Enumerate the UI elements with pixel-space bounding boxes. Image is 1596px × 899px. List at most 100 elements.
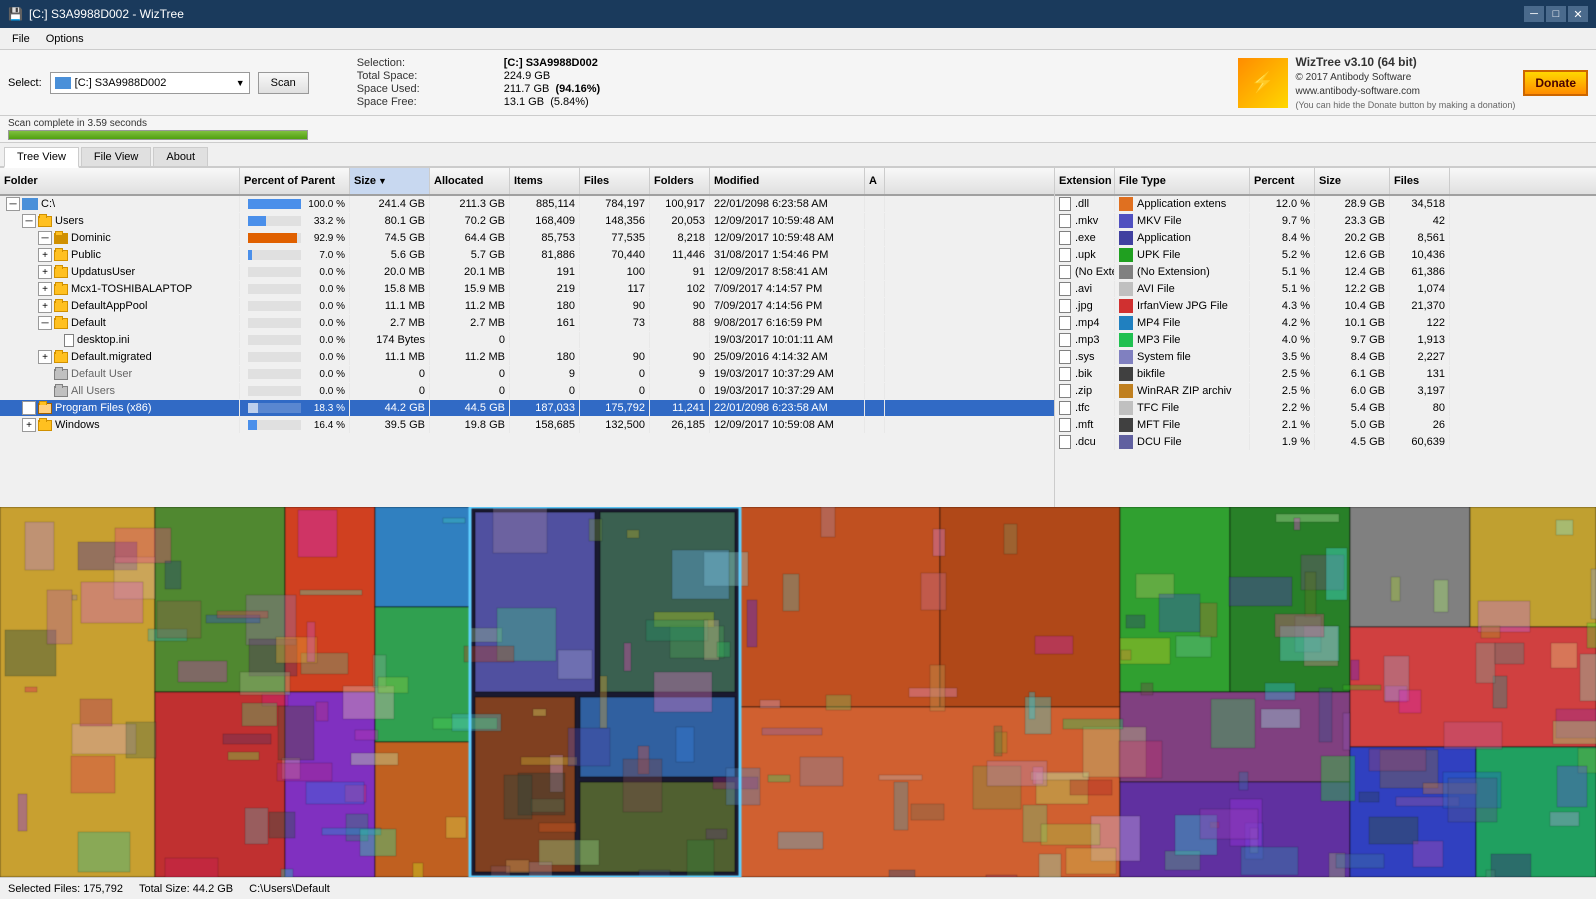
col-header-items[interactable]: Items bbox=[510, 168, 580, 194]
ext-file-icon bbox=[1059, 435, 1071, 449]
ext-body[interactable]: .dll Application extens 12.0 % 28.9 GB 3… bbox=[1055, 196, 1596, 507]
ext-type-cell: TFC File bbox=[1115, 400, 1250, 416]
table-row[interactable]: + Windows 16.4 % 39.5 GB 19.8 GB 158,685… bbox=[0, 417, 1054, 434]
menu-options[interactable]: Options bbox=[38, 31, 92, 47]
list-item[interactable]: .tfc TFC File 2.2 % 5.4 GB 80 bbox=[1055, 400, 1596, 417]
status-selected-files: Selected Files: 175,792 bbox=[8, 883, 123, 895]
treemap[interactable] bbox=[0, 507, 1596, 877]
col-header-ext-percent[interactable]: Percent bbox=[1250, 168, 1315, 194]
ext-file-icon bbox=[1059, 299, 1071, 313]
items-cell: 0 bbox=[510, 383, 580, 399]
list-item[interactable]: .mft MFT File 2.1 % 5.0 GB 26 bbox=[1055, 417, 1596, 434]
tab-tree-view[interactable]: Tree View bbox=[4, 147, 79, 168]
ext-percent-cell: 2.1 % bbox=[1250, 417, 1315, 433]
col-header-file-type[interactable]: File Type bbox=[1115, 168, 1250, 194]
table-row[interactable]: + Mcx1-TOSHIBALAPTOP 0.0 % 15.8 MB 15.9 … bbox=[0, 281, 1054, 298]
folder-icon bbox=[54, 233, 68, 244]
folders-cell: 102 bbox=[650, 281, 710, 297]
tree-body[interactable]: ─ C:\ 100.0 % 241.4 GB 211.3 GB 885,114 … bbox=[0, 196, 1054, 507]
items-cell: 85,753 bbox=[510, 230, 580, 246]
table-row[interactable]: desktop.ini 0.0 % 174 Bytes 0 19/03/2017… bbox=[0, 332, 1054, 349]
list-item[interactable]: .avi AVI File 5.1 % 12.2 GB 1,074 bbox=[1055, 281, 1596, 298]
col-header-allocated[interactable]: Allocated bbox=[430, 168, 510, 194]
col-header-attr[interactable]: A bbox=[865, 168, 885, 194]
ext-files-cell: 131 bbox=[1390, 366, 1450, 382]
list-item[interactable]: .bik bikfile 2.5 % 6.1 GB 131 bbox=[1055, 366, 1596, 383]
ext-color-block bbox=[1119, 367, 1133, 381]
list-item[interactable]: .sys System file 3.5 % 8.4 GB 2,227 bbox=[1055, 349, 1596, 366]
expand-button[interactable]: + bbox=[38, 265, 52, 279]
col-header-size[interactable]: Size ▼ bbox=[350, 168, 430, 194]
table-row[interactable]: ─ Users 33.2 % 80.1 GB 70.2 GB 168,409 1… bbox=[0, 213, 1054, 230]
list-item[interactable]: .mp3 MP3 File 4.0 % 9.7 GB 1,913 bbox=[1055, 332, 1596, 349]
maximize-button[interactable]: □ bbox=[1546, 6, 1566, 22]
minimize-button[interactable]: ─ bbox=[1524, 6, 1544, 22]
size-cell: 5.6 GB bbox=[350, 247, 430, 263]
ext-name-cell: .exe bbox=[1055, 230, 1115, 246]
table-row[interactable]: + Program Files (x86) 18.3 % 44.2 GB 44.… bbox=[0, 400, 1054, 417]
attr-cell bbox=[865, 349, 885, 365]
table-row[interactable]: ─ Default 0.0 % 2.7 MB 2.7 MB 161 73 88 … bbox=[0, 315, 1054, 332]
col-header-modified[interactable]: Modified bbox=[710, 168, 865, 194]
expand-button[interactable]: + bbox=[38, 248, 52, 262]
ext-type-cell: DCU File bbox=[1115, 434, 1250, 450]
expand-button[interactable]: + bbox=[38, 299, 52, 313]
expand-button[interactable]: + bbox=[22, 418, 36, 432]
ext-color-block bbox=[1119, 350, 1133, 364]
col-header-folder[interactable]: Folder bbox=[0, 168, 240, 194]
folder-icon bbox=[38, 420, 52, 431]
expand-button[interactable]: ─ bbox=[6, 197, 20, 211]
col-header-extension[interactable]: Extension bbox=[1055, 168, 1115, 194]
folder-icon bbox=[38, 216, 52, 227]
table-row[interactable]: + Default.migrated 0.0 % 11.1 MB 11.2 MB… bbox=[0, 349, 1054, 366]
col-header-files[interactable]: Files bbox=[580, 168, 650, 194]
expand-button[interactable]: ─ bbox=[38, 231, 52, 245]
table-row[interactable]: All Users 0.0 % 0 0 0 0 0 19/03/2017 10:… bbox=[0, 383, 1054, 400]
table-row[interactable]: ─ Dominic 92.9 % 74.5 GB 64.4 GB 85,753 … bbox=[0, 230, 1054, 247]
tab-file-view[interactable]: File View bbox=[81, 147, 151, 166]
list-item[interactable]: .upk UPK File 5.2 % 12.6 GB 10,436 bbox=[1055, 247, 1596, 264]
table-row[interactable]: + Public 7.0 % 5.6 GB 5.7 GB 81,886 70,4… bbox=[0, 247, 1054, 264]
list-item[interactable]: .exe Application 8.4 % 20.2 GB 8,561 bbox=[1055, 230, 1596, 247]
table-row[interactable]: + DefaultAppPool 0.0 % 11.1 MB 11.2 MB 1… bbox=[0, 298, 1054, 315]
ext-color-block bbox=[1119, 231, 1133, 245]
folder-icon bbox=[38, 403, 52, 414]
expand-button[interactable]: + bbox=[22, 401, 36, 415]
table-row[interactable]: ─ C:\ 100.0 % 241.4 GB 211.3 GB 885,114 … bbox=[0, 196, 1054, 213]
titlebar-left: 💾 [C:] S3A9988D002 - WizTree bbox=[8, 7, 184, 21]
list-item[interactable]: .dcu DCU File 1.9 % 4.5 GB 60,639 bbox=[1055, 434, 1596, 451]
expand-button[interactable]: + bbox=[38, 350, 52, 364]
ext-type-cell: IrfanView JPG File bbox=[1115, 298, 1250, 314]
menu-file[interactable]: File bbox=[4, 31, 38, 47]
col-header-ext-size[interactable]: Size bbox=[1315, 168, 1390, 194]
folders-cell: 20,053 bbox=[650, 213, 710, 229]
list-item[interactable]: .jpg IrfanView JPG File 4.3 % 10.4 GB 21… bbox=[1055, 298, 1596, 315]
donate-button[interactable]: Donate bbox=[1523, 70, 1588, 96]
progress-bar-fill bbox=[9, 131, 307, 139]
expand-button[interactable]: + bbox=[38, 282, 52, 296]
list-item[interactable]: .mp4 MP4 File 4.2 % 10.1 GB 122 bbox=[1055, 315, 1596, 332]
tab-about[interactable]: About bbox=[153, 147, 208, 166]
ext-files-cell: 1,913 bbox=[1390, 332, 1450, 348]
col-header-percent[interactable]: Percent of Parent bbox=[240, 168, 350, 194]
table-row[interactable]: Default User 0.0 % 0 0 9 0 9 19/03/2017 … bbox=[0, 366, 1054, 383]
ext-color-block bbox=[1119, 401, 1133, 415]
expand-button[interactable]: ─ bbox=[38, 316, 52, 330]
modified-cell: 22/01/2098 6:23:58 AM bbox=[710, 196, 865, 212]
table-row[interactable]: + UpdatusUser 0.0 % 20.0 MB 20.1 MB 191 … bbox=[0, 264, 1054, 281]
drive-selector[interactable]: [C:] S3A9988D002 ▼ bbox=[50, 72, 250, 94]
status-total-size: Total Size: 44.2 GB bbox=[139, 883, 233, 895]
list-item[interactable]: .dll Application extens 12.0 % 28.9 GB 3… bbox=[1055, 196, 1596, 213]
list-item[interactable]: .mkv MKV File 9.7 % 23.3 GB 42 bbox=[1055, 213, 1596, 230]
expand-button[interactable]: ─ bbox=[22, 214, 36, 228]
list-item[interactable]: .zip WinRAR ZIP archiv 2.5 % 6.0 GB 3,19… bbox=[1055, 383, 1596, 400]
scan-button[interactable]: Scan bbox=[258, 72, 309, 94]
titlebar: 💾 [C:] S3A9988D002 - WizTree ─ □ ✕ bbox=[0, 0, 1596, 28]
col-header-folders[interactable]: Folders bbox=[650, 168, 710, 194]
col-header-ext-files[interactable]: Files bbox=[1390, 168, 1450, 194]
percent-cell: 0.0 % bbox=[240, 264, 350, 280]
close-button[interactable]: ✕ bbox=[1568, 6, 1588, 22]
list-item[interactable]: (No Extension) (No Extension) 5.1 % 12.4… bbox=[1055, 264, 1596, 281]
files-cell: 132,500 bbox=[580, 417, 650, 433]
attr-cell bbox=[865, 400, 885, 416]
